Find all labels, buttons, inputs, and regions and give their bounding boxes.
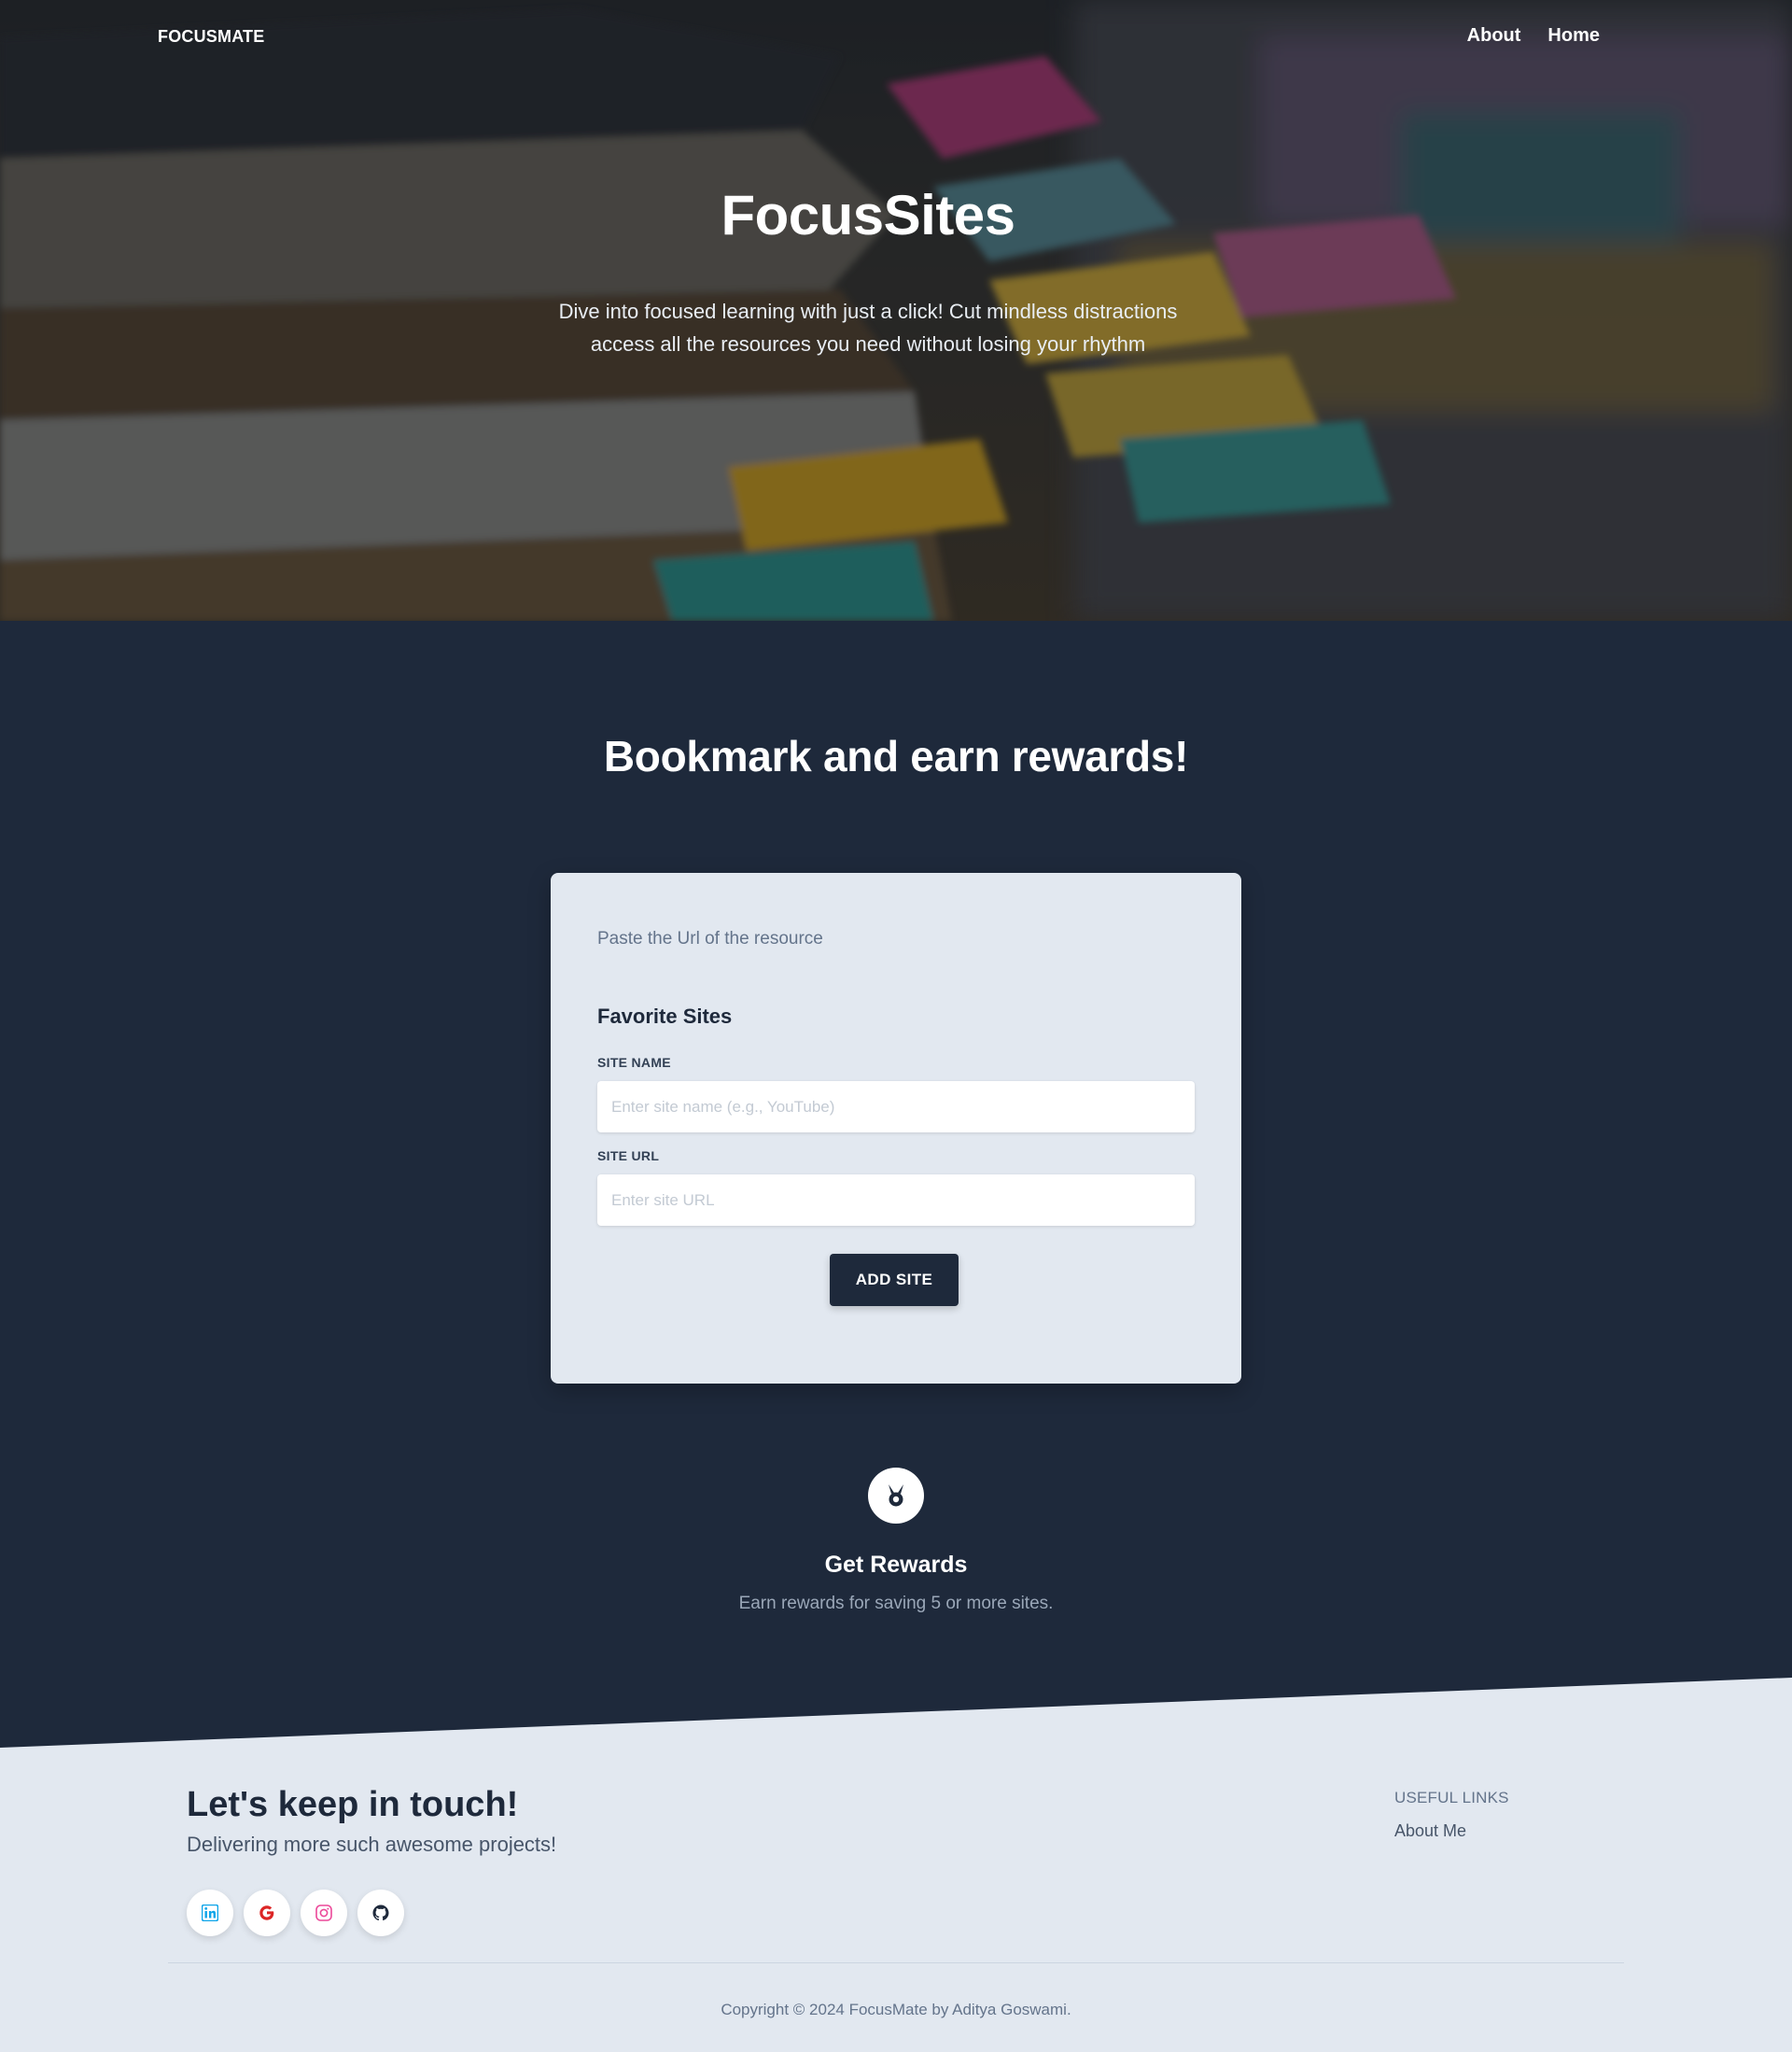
instagram-button[interactable] bbox=[301, 1890, 347, 1936]
brand-logo[interactable]: FOCUSMATE bbox=[158, 27, 264, 47]
site-url-input[interactable] bbox=[597, 1174, 1195, 1226]
footer-link-about-me[interactable]: About Me bbox=[1394, 1821, 1466, 1841]
linkedin-button[interactable] bbox=[187, 1890, 233, 1936]
reward-badge bbox=[868, 1468, 924, 1524]
footer-divider bbox=[168, 1962, 1624, 1963]
rewards-title: Get Rewards bbox=[824, 1552, 968, 1578]
nav-link-about[interactable]: About bbox=[1467, 25, 1521, 47]
footer-subtitle: Delivering more such awesome projects! bbox=[187, 1833, 557, 1856]
copyright-text: Copyright © 2024 FocusMate by Aditya Gos… bbox=[721, 2001, 1071, 2018]
nav-link-home[interactable]: Home bbox=[1547, 25, 1600, 47]
bookmark-card: Paste the Url of the resource Favorite S… bbox=[551, 873, 1241, 1384]
github-icon bbox=[372, 1904, 389, 1921]
useful-links-title: USEFUL LINKS bbox=[1394, 1789, 1509, 1806]
hero-subtitle: Dive into focused learning with just a c… bbox=[558, 300, 1178, 356]
bookmark-heading: Bookmark and earn rewards! bbox=[603, 732, 1189, 780]
google-icon bbox=[259, 1905, 274, 1920]
navbar: FOCUSMATE About Home bbox=[0, 0, 1792, 77]
paste-url-hint: Paste the Url of the resource bbox=[597, 929, 823, 949]
github-button[interactable] bbox=[357, 1890, 404, 1936]
hero-title: FocusSites bbox=[721, 184, 1015, 246]
medal-icon bbox=[889, 1484, 903, 1507]
site-name-label: SITE NAME bbox=[597, 1055, 671, 1070]
site-url-label: SITE URL bbox=[597, 1148, 660, 1163]
instagram-icon bbox=[315, 1904, 332, 1921]
favorite-sites-title: Favorite Sites bbox=[597, 1005, 733, 1028]
linkedin-icon bbox=[202, 1904, 218, 1921]
nav-links: About Home bbox=[1467, 25, 1600, 47]
hero-section: FOCUSMATE About Home FocusSites Dive int… bbox=[0, 0, 1792, 621]
rewards-description: Earn rewards for saving 5 or more sites. bbox=[738, 1594, 1054, 1613]
site-name-input[interactable] bbox=[597, 1081, 1195, 1132]
social-links bbox=[187, 1890, 404, 1936]
footer-title: Let's keep in touch! bbox=[187, 1785, 519, 1824]
add-site-button[interactable]: ADD SITE bbox=[830, 1254, 959, 1306]
google-button[interactable] bbox=[244, 1890, 290, 1936]
